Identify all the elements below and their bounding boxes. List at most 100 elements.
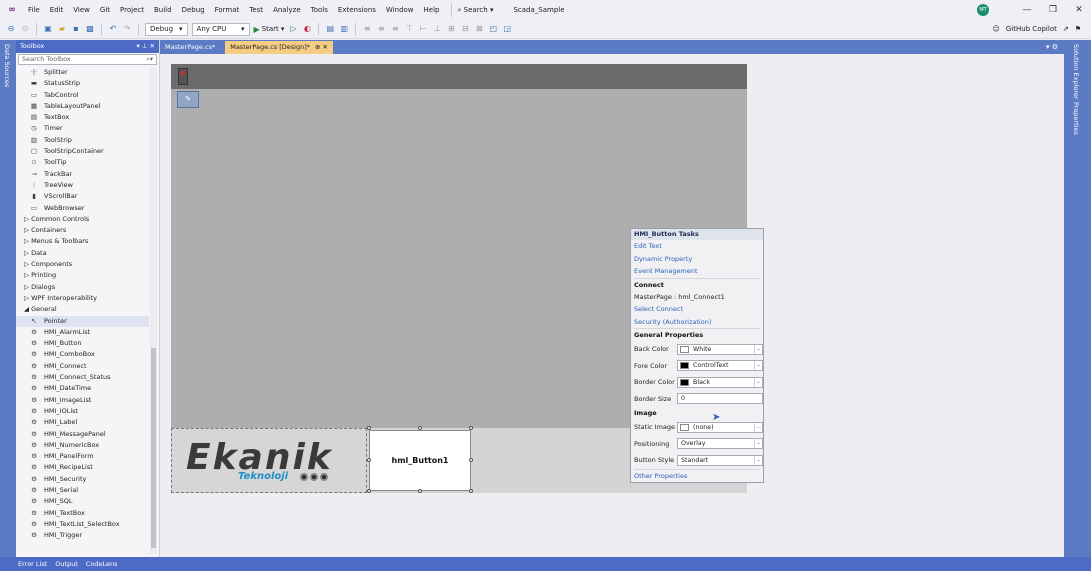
- toolbox-category[interactable]: ▷ Dialogs: [16, 282, 149, 293]
- toolbox-item[interactable]: ⚙ HMI_RecipeList: [16, 462, 149, 473]
- property-value-select[interactable]: ControlText ⌄: [677, 360, 763, 372]
- visual-studio-logo-icon[interactable]: ∞: [6, 4, 18, 16]
- close-icon[interactable]: ✕: [1073, 5, 1085, 15]
- size-height-icon[interactable]: ⊟: [460, 24, 470, 34]
- toolbox-item[interactable]: ⚙ HMI_TextBox: [16, 508, 149, 519]
- share-icon[interactable]: ⇗: [1063, 20, 1069, 39]
- toolbox-category[interactable]: ▷ Containers: [16, 225, 149, 236]
- toolbox-item[interactable]: ⚙ HMI_SQL: [16, 496, 149, 507]
- smart-tag-glyph-icon[interactable]: ✎: [177, 91, 199, 108]
- avatar[interactable]: MT: [977, 4, 989, 16]
- toolbox-scrollbar[interactable]: [150, 68, 157, 554]
- pin-icon[interactable]: ⊥: [142, 42, 148, 50]
- toolbox-item[interactable]: ⚙ HMI_NumericBox: [16, 440, 149, 451]
- align-top-icon[interactable]: ⊤: [404, 24, 414, 34]
- layout-icon[interactable]: ▤: [325, 24, 335, 34]
- connect-status-icon[interactable]: [178, 68, 188, 85]
- menu-help[interactable]: Help: [419, 0, 445, 20]
- hot-reload-icon[interactable]: ◐: [302, 24, 312, 34]
- toolbox-item[interactable]: ⚙ HMI_Connect_Status: [16, 372, 149, 383]
- security-link[interactable]: Security (Authorization): [631, 316, 763, 329]
- chevron-down-icon[interactable]: ⌄: [754, 344, 762, 354]
- resize-handle[interactable]: [469, 458, 473, 462]
- toolbox-category[interactable]: ▷ Menus & Toolbars: [16, 236, 149, 247]
- toolbox-item[interactable]: ⚙ HMI_ComboBox: [16, 349, 149, 360]
- start-button[interactable]: ▶ Start ▾: [254, 25, 285, 34]
- grid-icon[interactable]: ⊠: [474, 24, 484, 34]
- chevron-down-icon[interactable]: …: [754, 422, 762, 432]
- search-box[interactable]: ⌕ Search ▾: [450, 3, 500, 17]
- menu-debug[interactable]: Debug: [177, 0, 210, 20]
- toolbox-item[interactable]: ⚙ HMI_Serial: [16, 485, 149, 496]
- logo-picture-box[interactable]: Ekanik Teknoloji: [171, 428, 367, 493]
- toolbox-item[interactable]: ↖ Pointer: [16, 315, 149, 327]
- solution-explorer-tab[interactable]: Solution Explorer: [1072, 44, 1080, 100]
- close-icon[interactable]: ✕: [150, 42, 155, 50]
- data-sources-tab[interactable]: Data Sources: [0, 40, 14, 91]
- redo-icon[interactable]: ↷: [122, 24, 132, 34]
- toolbox-category[interactable]: ◢ General: [16, 304, 149, 315]
- chevron-down-icon[interactable]: ⌄: [754, 377, 762, 387]
- toolbox-item[interactable]: ◷ Timer: [16, 123, 149, 134]
- hmi-button-control[interactable]: hml_Button1: [369, 430, 471, 491]
- toolbox-item[interactable]: ▫ ToolTip: [16, 157, 149, 168]
- save-all-icon[interactable]: ▩: [85, 24, 95, 34]
- event-management-link[interactable]: Event Management: [631, 265, 763, 278]
- undo-icon[interactable]: ↶: [108, 24, 118, 34]
- toolbox-item[interactable]: ⚙ HMI_Label: [16, 417, 149, 428]
- send-back-icon[interactable]: ◲: [502, 24, 512, 34]
- start-without-debug-icon[interactable]: ▷: [288, 24, 298, 34]
- toolbox-item[interactable]: ⚙ HMI_Trigger: [16, 530, 149, 541]
- toolbox-category[interactable]: ▷ Components: [16, 259, 149, 270]
- toolbox-item[interactable]: ▭ WebBrowser: [16, 203, 149, 214]
- toolbox-item[interactable]: ▢ ToolStripContainer: [16, 146, 149, 157]
- toolbox-item[interactable]: ⚙ HMI_TextList_SelectBox: [16, 519, 149, 530]
- align-middle-icon[interactable]: ⊢: [418, 24, 428, 34]
- chevron-down-icon[interactable]: ⌄: [754, 455, 762, 465]
- property-value-select[interactable]: Black ⌄: [677, 376, 763, 388]
- menu-tools[interactable]: Tools: [306, 0, 333, 20]
- menu-build[interactable]: Build: [149, 0, 177, 20]
- edit-text-link[interactable]: Edit Text: [631, 240, 763, 253]
- scroll-thumb[interactable]: [151, 348, 156, 548]
- tab-document[interactable]: MasterPage.cs [Design]* ⊕ ✕: [225, 41, 333, 54]
- property-value-select[interactable]: (none)…: [677, 421, 763, 433]
- toolbox-item[interactable]: ⚙ HMI_Security: [16, 474, 149, 485]
- border-size-input[interactable]: 0: [677, 393, 763, 405]
- chevron-down-icon[interactable]: ⌄: [754, 361, 762, 371]
- restore-icon[interactable]: ❐: [1047, 5, 1059, 15]
- menu-edit[interactable]: Edit: [45, 0, 69, 20]
- platform-select[interactable]: Any CPU ▾: [191, 22, 250, 36]
- resize-handle[interactable]: [469, 489, 473, 493]
- resize-handle[interactable]: [418, 426, 422, 430]
- menu-extensions[interactable]: Extensions: [333, 0, 381, 20]
- align-center-icon[interactable]: ≡: [376, 24, 386, 34]
- chevron-down-icon[interactable]: ⌄: [754, 439, 762, 449]
- feedback-icon[interactable]: ⚑: [1075, 20, 1081, 39]
- property-value-select[interactable]: Overlay ⌄: [677, 438, 763, 450]
- toolbox-item[interactable]: ▦ TableLayoutPanel: [16, 101, 149, 112]
- dropdown-icon[interactable]: ▾: [136, 42, 139, 50]
- properties-tab[interactable]: Properties: [1072, 102, 1080, 135]
- toolbox-item[interactable]: ▭ TabControl: [16, 90, 149, 101]
- resize-handle[interactable]: [469, 426, 473, 430]
- resize-handle[interactable]: [367, 426, 371, 430]
- select-connect-link[interactable]: Select Connect: [631, 303, 763, 316]
- format-icon[interactable]: ▥: [339, 24, 349, 34]
- align-right-icon[interactable]: ≡: [390, 24, 400, 34]
- tab-options-icon[interactable]: ▾ ⚙: [1046, 40, 1058, 54]
- menu-project[interactable]: Project: [115, 0, 149, 20]
- toolbox-item[interactable]: ⚙ HMI_AlarmList: [16, 327, 149, 338]
- status-tab[interactable]: Output: [55, 560, 78, 568]
- align-left-icon[interactable]: ≡: [362, 24, 372, 34]
- dynamic-property-link[interactable]: Dynamic Property: [631, 253, 763, 266]
- menu-window[interactable]: Window: [381, 0, 419, 20]
- property-value-select[interactable]: Standart ⌄: [677, 454, 763, 466]
- toolbox-item[interactable]: ⋮ TreeView: [16, 180, 149, 191]
- toolbox-search-input[interactable]: Search Toolbox ⌕▾: [18, 54, 157, 65]
- configuration-select[interactable]: Debug ▾: [145, 22, 188, 36]
- form-header-panel[interactable]: [171, 64, 747, 89]
- tab-document[interactable]: MasterPage.cs*: [160, 41, 225, 54]
- toolbox-category[interactable]: ▷ Data: [16, 248, 149, 259]
- minimize-icon[interactable]: —: [1021, 5, 1033, 15]
